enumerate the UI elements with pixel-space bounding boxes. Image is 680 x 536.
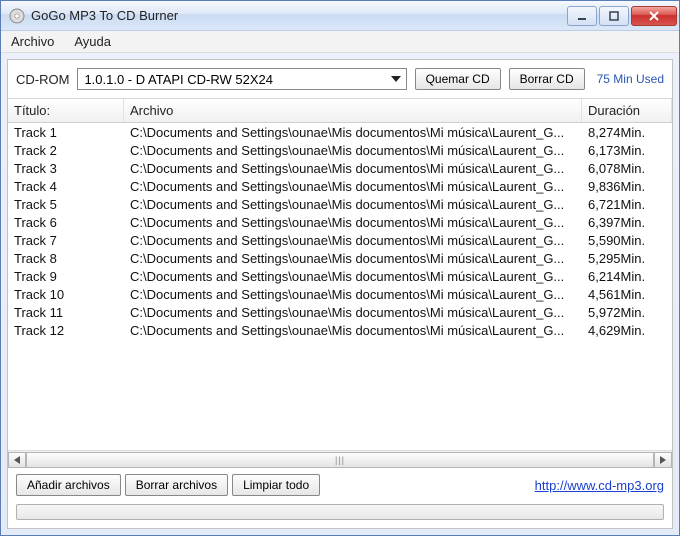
scroll-left-button[interactable] — [8, 452, 26, 468]
cell-file: C:\Documents and Settings\ounae\Mis docu… — [124, 143, 582, 158]
track-list: Título: Archivo Duración Track 1C:\Docum… — [8, 99, 672, 468]
add-files-button[interactable]: Añadir archivos — [16, 474, 121, 496]
table-row[interactable]: Track 4C:\Documents and Settings\ounae\M… — [8, 177, 672, 195]
cell-file: C:\Documents and Settings\ounae\Mis docu… — [124, 269, 582, 284]
cell-duration: 9,836Min. — [582, 179, 672, 194]
footer-buttons: Añadir archivos Borrar archivos Limpiar … — [16, 474, 664, 496]
cell-file: C:\Documents and Settings\ounae\Mis docu… — [124, 125, 582, 140]
cell-duration: 5,972Min. — [582, 305, 672, 320]
dropdown-arrow-icon — [388, 70, 404, 88]
col-header-file[interactable]: Archivo — [124, 99, 582, 122]
table-row[interactable]: Track 10C:\Documents and Settings\ounae\… — [8, 285, 672, 303]
table-row[interactable]: Track 11C:\Documents and Settings\ounae\… — [8, 303, 672, 321]
table-row[interactable]: Track 2C:\Documents and Settings\ounae\M… — [8, 141, 672, 159]
cell-title: Track 5 — [8, 197, 124, 212]
cell-title: Track 3 — [8, 161, 124, 176]
table-row[interactable]: Track 8C:\Documents and Settings\ounae\M… — [8, 249, 672, 267]
cell-file: C:\Documents and Settings\ounae\Mis docu… — [124, 287, 582, 302]
cell-title: Track 11 — [8, 305, 124, 320]
menu-ayuda[interactable]: Ayuda — [70, 32, 115, 51]
footer: Añadir archivos Borrar archivos Limpiar … — [8, 468, 672, 528]
content-panel: CD-ROM 1.0.1.0 - D ATAPI CD-RW 52X24 Que… — [7, 59, 673, 529]
cell-file: C:\Documents and Settings\ounae\Mis docu… — [124, 233, 582, 248]
scroll-thumb[interactable]: ||| — [26, 452, 654, 468]
minimize-button[interactable] — [567, 6, 597, 26]
scroll-grip-icon: ||| — [335, 455, 345, 465]
scroll-right-button[interactable] — [654, 452, 672, 468]
window-controls — [567, 6, 677, 26]
drive-select-value: 1.0.1.0 - D ATAPI CD-RW 52X24 — [84, 72, 387, 87]
cell-title: Track 2 — [8, 143, 124, 158]
cell-duration: 8,274Min. — [582, 125, 672, 140]
cell-file: C:\Documents and Settings\ounae\Mis docu… — [124, 197, 582, 212]
list-rows: Track 1C:\Documents and Settings\ounae\M… — [8, 123, 672, 450]
min-used-label: 75 Min Used — [597, 72, 664, 86]
progress-bar — [16, 504, 664, 520]
app-window: GoGo MP3 To CD Burner Archivo Ayuda CD-R… — [0, 0, 680, 536]
cell-duration: 6,214Min. — [582, 269, 672, 284]
app-icon — [9, 8, 25, 24]
cell-file: C:\Documents and Settings\ounae\Mis docu… — [124, 305, 582, 320]
table-row[interactable]: Track 9C:\Documents and Settings\ounae\M… — [8, 267, 672, 285]
cell-title: Track 7 — [8, 233, 124, 248]
table-row[interactable]: Track 1C:\Documents and Settings\ounae\M… — [8, 123, 672, 141]
titlebar[interactable]: GoGo MP3 To CD Burner — [1, 1, 679, 31]
close-button[interactable] — [631, 6, 677, 26]
cell-file: C:\Documents and Settings\ounae\Mis docu… — [124, 179, 582, 194]
cell-file: C:\Documents and Settings\ounae\Mis docu… — [124, 161, 582, 176]
table-row[interactable]: Track 7C:\Documents and Settings\ounae\M… — [8, 231, 672, 249]
cell-duration: 6,721Min. — [582, 197, 672, 212]
cell-title: Track 9 — [8, 269, 124, 284]
cell-duration: 6,078Min. — [582, 161, 672, 176]
clear-all-button[interactable]: Limpiar todo — [232, 474, 320, 496]
table-row[interactable]: Track 6C:\Documents and Settings\ounae\M… — [8, 213, 672, 231]
cell-title: Track 12 — [8, 323, 124, 338]
table-row[interactable]: Track 3C:\Documents and Settings\ounae\M… — [8, 159, 672, 177]
list-header: Título: Archivo Duración — [8, 99, 672, 123]
menubar: Archivo Ayuda — [1, 31, 679, 53]
cdrom-label: CD-ROM — [16, 72, 69, 87]
cell-duration: 5,590Min. — [582, 233, 672, 248]
col-header-duration[interactable]: Duración — [582, 99, 672, 122]
cell-duration: 4,561Min. — [582, 287, 672, 302]
website-link[interactable]: http://www.cd-mp3.org — [535, 478, 664, 493]
cell-title: Track 1 — [8, 125, 124, 140]
scroll-track[interactable]: ||| — [26, 452, 654, 468]
cell-file: C:\Documents and Settings\ounae\Mis docu… — [124, 323, 582, 338]
table-row[interactable]: Track 5C:\Documents and Settings\ounae\M… — [8, 195, 672, 213]
cell-duration: 6,173Min. — [582, 143, 672, 158]
erase-cd-button[interactable]: Borrar CD — [509, 68, 585, 90]
menu-archivo[interactable]: Archivo — [7, 32, 58, 51]
cell-title: Track 6 — [8, 215, 124, 230]
cell-duration: 5,295Min. — [582, 251, 672, 266]
cell-duration: 4,629Min. — [582, 323, 672, 338]
horizontal-scrollbar[interactable]: ||| — [8, 450, 672, 468]
table-row[interactable]: Track 12C:\Documents and Settings\ounae\… — [8, 321, 672, 339]
burn-cd-button[interactable]: Quemar CD — [415, 68, 501, 90]
cell-file: C:\Documents and Settings\ounae\Mis docu… — [124, 251, 582, 266]
maximize-button[interactable] — [599, 6, 629, 26]
delete-files-button[interactable]: Borrar archivos — [125, 474, 228, 496]
toolbar: CD-ROM 1.0.1.0 - D ATAPI CD-RW 52X24 Que… — [8, 60, 672, 99]
cell-duration: 6,397Min. — [582, 215, 672, 230]
cell-title: Track 8 — [8, 251, 124, 266]
cell-file: C:\Documents and Settings\ounae\Mis docu… — [124, 215, 582, 230]
window-title: GoGo MP3 To CD Burner — [31, 8, 567, 23]
cell-title: Track 4 — [8, 179, 124, 194]
drive-select[interactable]: 1.0.1.0 - D ATAPI CD-RW 52X24 — [77, 68, 406, 90]
cell-title: Track 10 — [8, 287, 124, 302]
col-header-title[interactable]: Título: — [8, 99, 124, 122]
